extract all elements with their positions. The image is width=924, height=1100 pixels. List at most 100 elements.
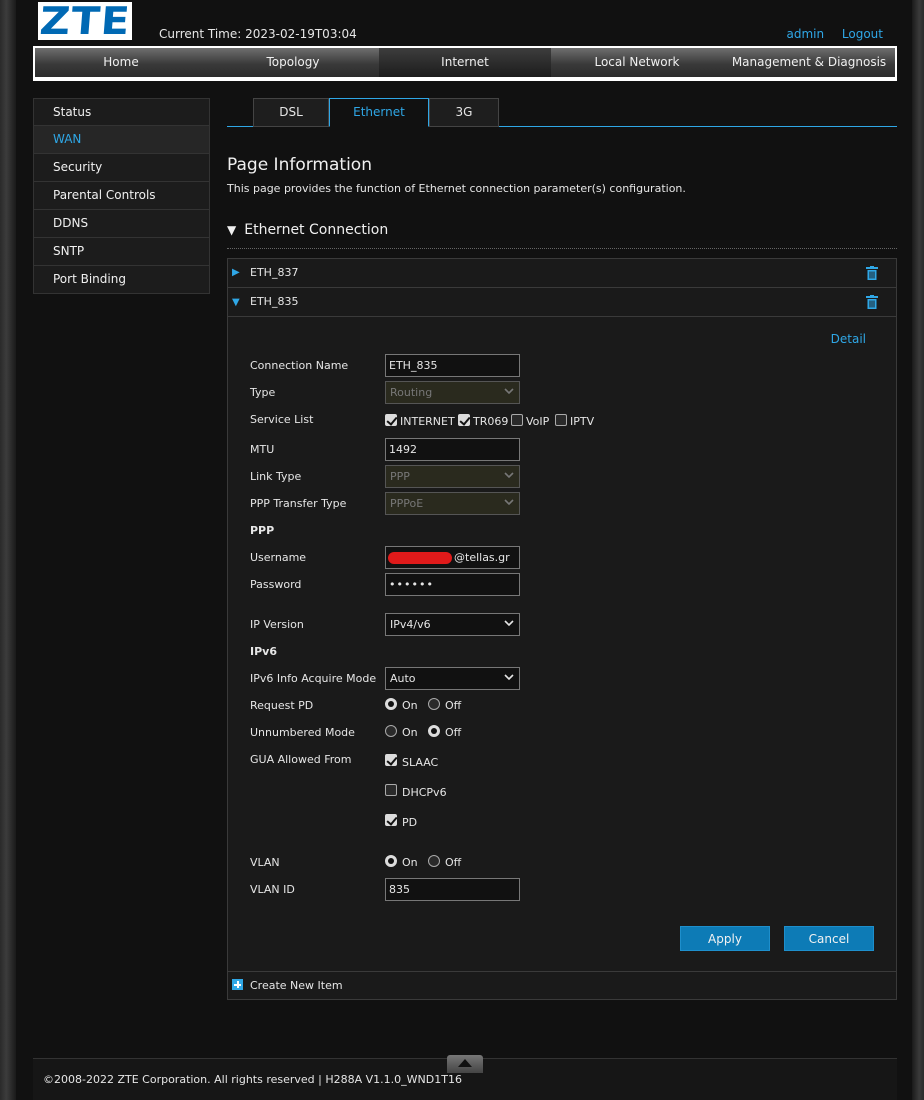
nav-management-diagnosis[interactable]: Management & Diagnosis (723, 48, 895, 77)
connection-row[interactable]: ▼ ETH_835 (228, 288, 896, 317)
tab-3g[interactable]: 3G (429, 98, 499, 127)
vlan-on-radio[interactable] (385, 855, 397, 867)
vlan-on-label: On (402, 856, 418, 869)
pd-checkbox[interactable] (385, 814, 397, 826)
type-select[interactable]: Routing (385, 381, 520, 404)
sidebar-item-port-binding[interactable]: Port Binding (33, 266, 210, 294)
current-time: Current Time: 2023-02-19T03:04 (159, 27, 357, 41)
footer-toggle-arrow-icon[interactable] (447, 1055, 483, 1073)
request-pd-off-label: Off (445, 699, 462, 712)
create-new-item-label: Create New Item (250, 979, 343, 992)
request-pd-on-radio[interactable] (385, 698, 397, 710)
page: ZTE Current Time: 2023-02-19T03:04 admin… (16, 0, 912, 1100)
nav-local-network[interactable]: Local Network (551, 48, 723, 77)
ppp-transfer-type-select-value: PPPoE (390, 497, 424, 510)
gua-allowed-label: GUA Allowed From (250, 753, 352, 766)
trash-icon[interactable] (866, 266, 878, 280)
sidebar-item-sntp[interactable]: SNTP (33, 238, 210, 266)
sidebar-item-parental-controls[interactable]: Parental Controls (33, 182, 210, 210)
window-frame-left (0, 0, 16, 1100)
iptv-checkbox[interactable] (555, 414, 567, 426)
ipv6-mode-label: IPv6 Info Acquire Mode (250, 672, 377, 685)
redaction-mark (388, 552, 452, 564)
link-type-select[interactable]: PPP (385, 465, 520, 488)
ppp-transfer-type-select[interactable]: PPPoE (385, 492, 520, 515)
username-label: Username (250, 551, 307, 564)
connection-panel: ▶ ETH_837 ▼ ETH_835 Detail Connection Na… (227, 258, 897, 1000)
password-label: Password (250, 578, 302, 591)
unnumbered-on-radio[interactable] (385, 725, 397, 737)
sidebar-item-security[interactable]: Security (33, 154, 210, 182)
unnumbered-mode-label: Unnumbered Mode (250, 726, 355, 739)
collapse-arrow-icon: ▼ (232, 297, 240, 308)
cancel-button[interactable]: Cancel (784, 926, 874, 951)
username-input[interactable]: @tellas.gr (385, 546, 520, 569)
admin-link[interactable]: admin (786, 27, 824, 41)
ipv6-mode-select[interactable]: Auto (385, 667, 520, 690)
page-description: This page provides the function of Ether… (227, 182, 686, 195)
dhcpv6-checkbox[interactable] (385, 784, 397, 796)
request-pd-off-radio[interactable] (428, 698, 440, 710)
vlan-id-input[interactable]: 835 (385, 878, 520, 901)
page-title: Page Information (227, 155, 372, 175)
sidebar-item-wan[interactable]: WAN (33, 126, 210, 154)
unnumbered-off-radio[interactable] (428, 725, 440, 737)
type-label: Type (250, 386, 276, 399)
tr069-checkbox[interactable] (458, 414, 470, 426)
internet-checkbox-label: INTERNET (400, 415, 455, 428)
voip-checkbox-label: VoIP (526, 415, 550, 428)
ipv6-heading: IPv6 (250, 645, 277, 658)
mtu-input[interactable]: 1492 (385, 438, 520, 461)
ip-version-select[interactable]: IPv4/v6 (385, 613, 520, 636)
ip-version-select-value: IPv4/v6 (390, 618, 431, 631)
ipv6-mode-select-value: Auto (390, 672, 416, 685)
collapse-arrow-icon: ▼ (227, 223, 237, 237)
sidebar: Status WAN Security Parental Controls DD… (33, 98, 210, 294)
voip-checkbox[interactable] (511, 414, 523, 426)
detail-link[interactable]: Detail (831, 332, 866, 346)
apply-button[interactable]: Apply (680, 926, 770, 951)
link-type-label: Link Type (250, 470, 302, 483)
connection-row[interactable]: ▶ ETH_837 (228, 259, 896, 288)
unnumbered-on-label: On (402, 726, 418, 739)
chevron-down-icon (504, 472, 514, 479)
link-type-select-value: PPP (390, 470, 410, 483)
connection-name-label: Connection Name (250, 359, 349, 372)
iptv-checkbox-label: IPTV (570, 415, 595, 428)
expand-arrow-icon: ▶ (232, 267, 240, 278)
password-input[interactable]: •••••• (385, 573, 520, 596)
chevron-down-icon (504, 620, 514, 627)
section-title[interactable]: ▼ Ethernet Connection (227, 222, 897, 249)
chevron-down-icon (504, 499, 514, 506)
mtu-label: MTU (250, 443, 275, 456)
nav-internet[interactable]: Internet (379, 48, 551, 77)
tab-ethernet[interactable]: Ethernet (329, 98, 429, 127)
plus-icon (232, 979, 243, 990)
sidebar-item-ddns[interactable]: DDNS (33, 210, 210, 238)
nav-topology[interactable]: Topology (207, 48, 379, 77)
logout-link[interactable]: Logout (842, 27, 883, 41)
pd-checkbox-label: PD (402, 816, 418, 829)
vlan-id-label: VLAN ID (250, 883, 295, 896)
type-select-value: Routing (390, 386, 433, 399)
sidebar-item-status[interactable]: Status (33, 98, 210, 126)
trash-icon[interactable] (866, 295, 878, 309)
tab-bar: DSL Ethernet 3G (227, 98, 897, 127)
zte-logo: ZTE (38, 0, 132, 43)
vlan-off-radio[interactable] (428, 855, 440, 867)
nav-home[interactable]: Home (35, 48, 207, 77)
slaac-checkbox[interactable] (385, 754, 397, 766)
connection-name-input[interactable]: ETH_835 (385, 354, 520, 377)
unnumbered-off-label: Off (445, 726, 462, 739)
internet-checkbox[interactable] (385, 414, 397, 426)
top-links: admin Logout (772, 27, 883, 41)
slaac-checkbox-label: SLAAC (402, 756, 439, 769)
username-value: @tellas.gr (454, 551, 510, 564)
request-pd-label: Request PD (250, 699, 314, 712)
create-new-item-row[interactable]: Create New Item (228, 971, 896, 999)
vlan-off-label: Off (445, 856, 462, 869)
ppp-heading: PPP (250, 524, 275, 537)
request-pd-on-label: On (402, 699, 418, 712)
tab-dsl[interactable]: DSL (253, 98, 329, 127)
window-frame-right (912, 0, 924, 1100)
